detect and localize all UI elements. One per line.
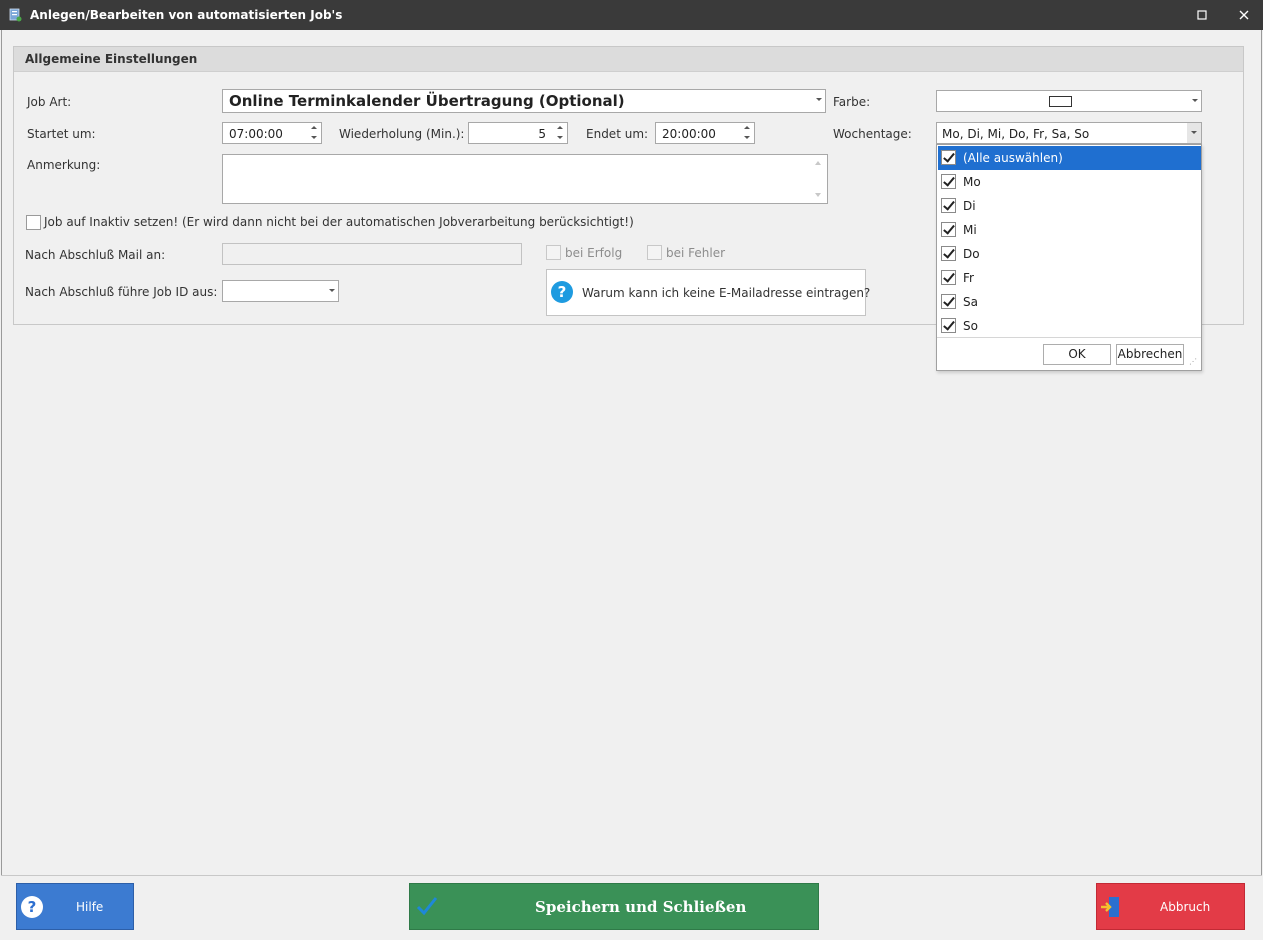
weekday-option[interactable]: Mo xyxy=(938,170,1201,194)
abbruch-label: Abbruch xyxy=(1160,900,1211,914)
dropdown-ok-button[interactable]: OK xyxy=(1043,344,1111,365)
inaktiv-checkbox[interactable] xyxy=(26,215,41,230)
mail-input[interactable] xyxy=(222,243,522,265)
checkbox-checked-icon[interactable] xyxy=(941,150,956,165)
hilfe-label: Hilfe xyxy=(76,900,104,914)
chevron-down-icon xyxy=(816,98,822,101)
dropdown-footer: OK Abbrechen ⋰ xyxy=(937,337,1201,370)
endet-value: 20:00:00 xyxy=(662,127,716,141)
startet-label: Startet um: xyxy=(27,127,96,141)
abbruch-button[interactable]: Abbruch xyxy=(1096,883,1245,930)
job-id-label: Nach Abschluß führe Job ID aus: xyxy=(25,285,218,299)
chevron-down-icon xyxy=(1191,131,1197,134)
checkbox-checked-icon[interactable] xyxy=(941,318,956,333)
scroll-up-icon xyxy=(815,161,821,165)
inaktiv-label: Job auf Inaktiv setzen! (Er wird dann ni… xyxy=(44,215,634,229)
startet-time-input[interactable]: 07:00:00 xyxy=(222,122,322,144)
memo-scrollbar[interactable] xyxy=(810,155,827,203)
job-art-combo[interactable]: Online Terminkalender Übertragung (Optio… xyxy=(222,89,826,113)
weekday-option-label: Di xyxy=(963,199,976,213)
anmerkung-memo[interactable] xyxy=(222,154,828,204)
spin-up-icon xyxy=(557,126,563,129)
weekday-option[interactable]: Do xyxy=(938,242,1201,266)
endet-label: Endet um: xyxy=(586,127,649,141)
spin-up-icon xyxy=(744,126,750,129)
job-art-value: Online Terminkalender Übertragung (Optio… xyxy=(229,92,625,110)
weekday-option[interactable]: Fr xyxy=(938,266,1201,290)
bei-erfolg-checkbox[interactable] xyxy=(546,245,561,260)
color-swatch xyxy=(1049,96,1072,107)
close-button[interactable] xyxy=(1233,5,1255,25)
mail-label: Nach Abschluß Mail an: xyxy=(25,248,166,262)
chevron-down-icon xyxy=(1192,99,1198,102)
close-icon xyxy=(1239,10,1249,20)
exit-door-icon xyxy=(1101,897,1119,917)
email-help-button[interactable]: ? Warum kann ich keine E-Mailadresse ein… xyxy=(546,269,870,316)
combo-drop-button[interactable] xyxy=(1187,123,1201,143)
spin-buttons[interactable] xyxy=(556,125,564,142)
bei-fehler-label: bei Fehler xyxy=(666,246,726,260)
checkbox-checked-icon[interactable] xyxy=(941,246,956,261)
weekday-option-label: Mo xyxy=(963,175,981,189)
checkbox-checked-icon[interactable] xyxy=(941,198,956,213)
farbe-label: Farbe: xyxy=(833,95,871,109)
weekday-option-label: Fr xyxy=(963,271,974,285)
weekday-option[interactable]: (Alle auswählen) xyxy=(938,146,1201,170)
maximize-button[interactable] xyxy=(1191,5,1213,25)
spin-buttons[interactable] xyxy=(743,125,751,142)
wochentage-value: Mo, Di, Mi, Do, Fr, Sa, So xyxy=(942,127,1090,141)
help-icon: ? xyxy=(551,281,573,303)
spin-down-icon xyxy=(557,136,563,139)
wochentage-combo[interactable]: Mo, Di, Mi, Do, Fr, Sa, So xyxy=(936,122,1202,144)
weekday-option[interactable]: Mi xyxy=(938,218,1201,242)
save-close-label: Speichern und Schließen xyxy=(535,898,747,916)
weekday-option[interactable]: Di xyxy=(938,194,1201,218)
weekday-option-label: So xyxy=(963,319,978,333)
chevron-down-icon xyxy=(329,289,335,292)
weekday-option-label: Mi xyxy=(963,223,977,237)
app-icon xyxy=(9,8,22,22)
spin-down-icon xyxy=(311,136,317,139)
checkmark-icon xyxy=(416,897,438,916)
save-close-button[interactable]: Speichern und Schließen xyxy=(409,883,819,930)
spin-up-icon xyxy=(311,126,317,129)
startet-value: 07:00:00 xyxy=(229,127,283,141)
checkbox-checked-icon[interactable] xyxy=(941,270,956,285)
resize-grip-icon[interactable]: ⋰ xyxy=(1189,358,1198,367)
weekday-option-label: Do xyxy=(963,247,980,261)
title-bar: Anlegen/Bearbeiten von automatisierten J… xyxy=(0,0,1263,30)
anmerkung-label: Anmerkung: xyxy=(27,158,101,172)
wiederholung-label: Wiederholung (Min.): xyxy=(339,127,465,141)
bei-fehler-checkbox[interactable] xyxy=(647,245,662,260)
wochentage-label: Wochentage: xyxy=(833,127,912,141)
weekday-option-label: (Alle auswählen) xyxy=(963,151,1063,165)
job-id-combo[interactable] xyxy=(222,280,339,302)
checkbox-checked-icon[interactable] xyxy=(941,222,956,237)
group-header: Allgemeine Einstellungen xyxy=(14,47,1243,72)
window-title: Anlegen/Bearbeiten von automatisierten J… xyxy=(30,8,343,22)
checkbox-checked-icon[interactable] xyxy=(941,174,956,189)
spin-down-icon xyxy=(744,136,750,139)
dropdown-cancel-button[interactable]: Abbrechen xyxy=(1116,344,1184,365)
weekday-option-label: Sa xyxy=(963,295,978,309)
maximize-icon xyxy=(1197,10,1207,20)
checkbox-checked-icon[interactable] xyxy=(941,294,956,309)
endet-time-input[interactable]: 20:00:00 xyxy=(655,122,755,144)
wiederholung-value: 5 xyxy=(538,127,546,141)
spin-buttons[interactable] xyxy=(310,125,318,142)
job-art-label: Job Art: xyxy=(27,95,72,109)
help-icon: ? xyxy=(21,896,43,918)
scroll-down-icon xyxy=(815,193,821,197)
bei-erfolg-label: bei Erfolg xyxy=(565,246,623,260)
weekday-option[interactable]: Sa xyxy=(938,290,1201,314)
hilfe-button[interactable]: ? Hilfe xyxy=(16,883,134,930)
weekday-dropdown: (Alle auswählen) Mo Di Mi Do Fr Sa So OK Abbrec… xyxy=(936,144,1202,371)
farbe-color-picker[interactable] xyxy=(936,90,1202,112)
wiederholung-spin-input[interactable]: 5 xyxy=(468,122,568,144)
weekday-option[interactable]: So xyxy=(938,314,1201,338)
email-help-text: Warum kann ich keine E-Mailadresse eintr… xyxy=(582,286,871,300)
